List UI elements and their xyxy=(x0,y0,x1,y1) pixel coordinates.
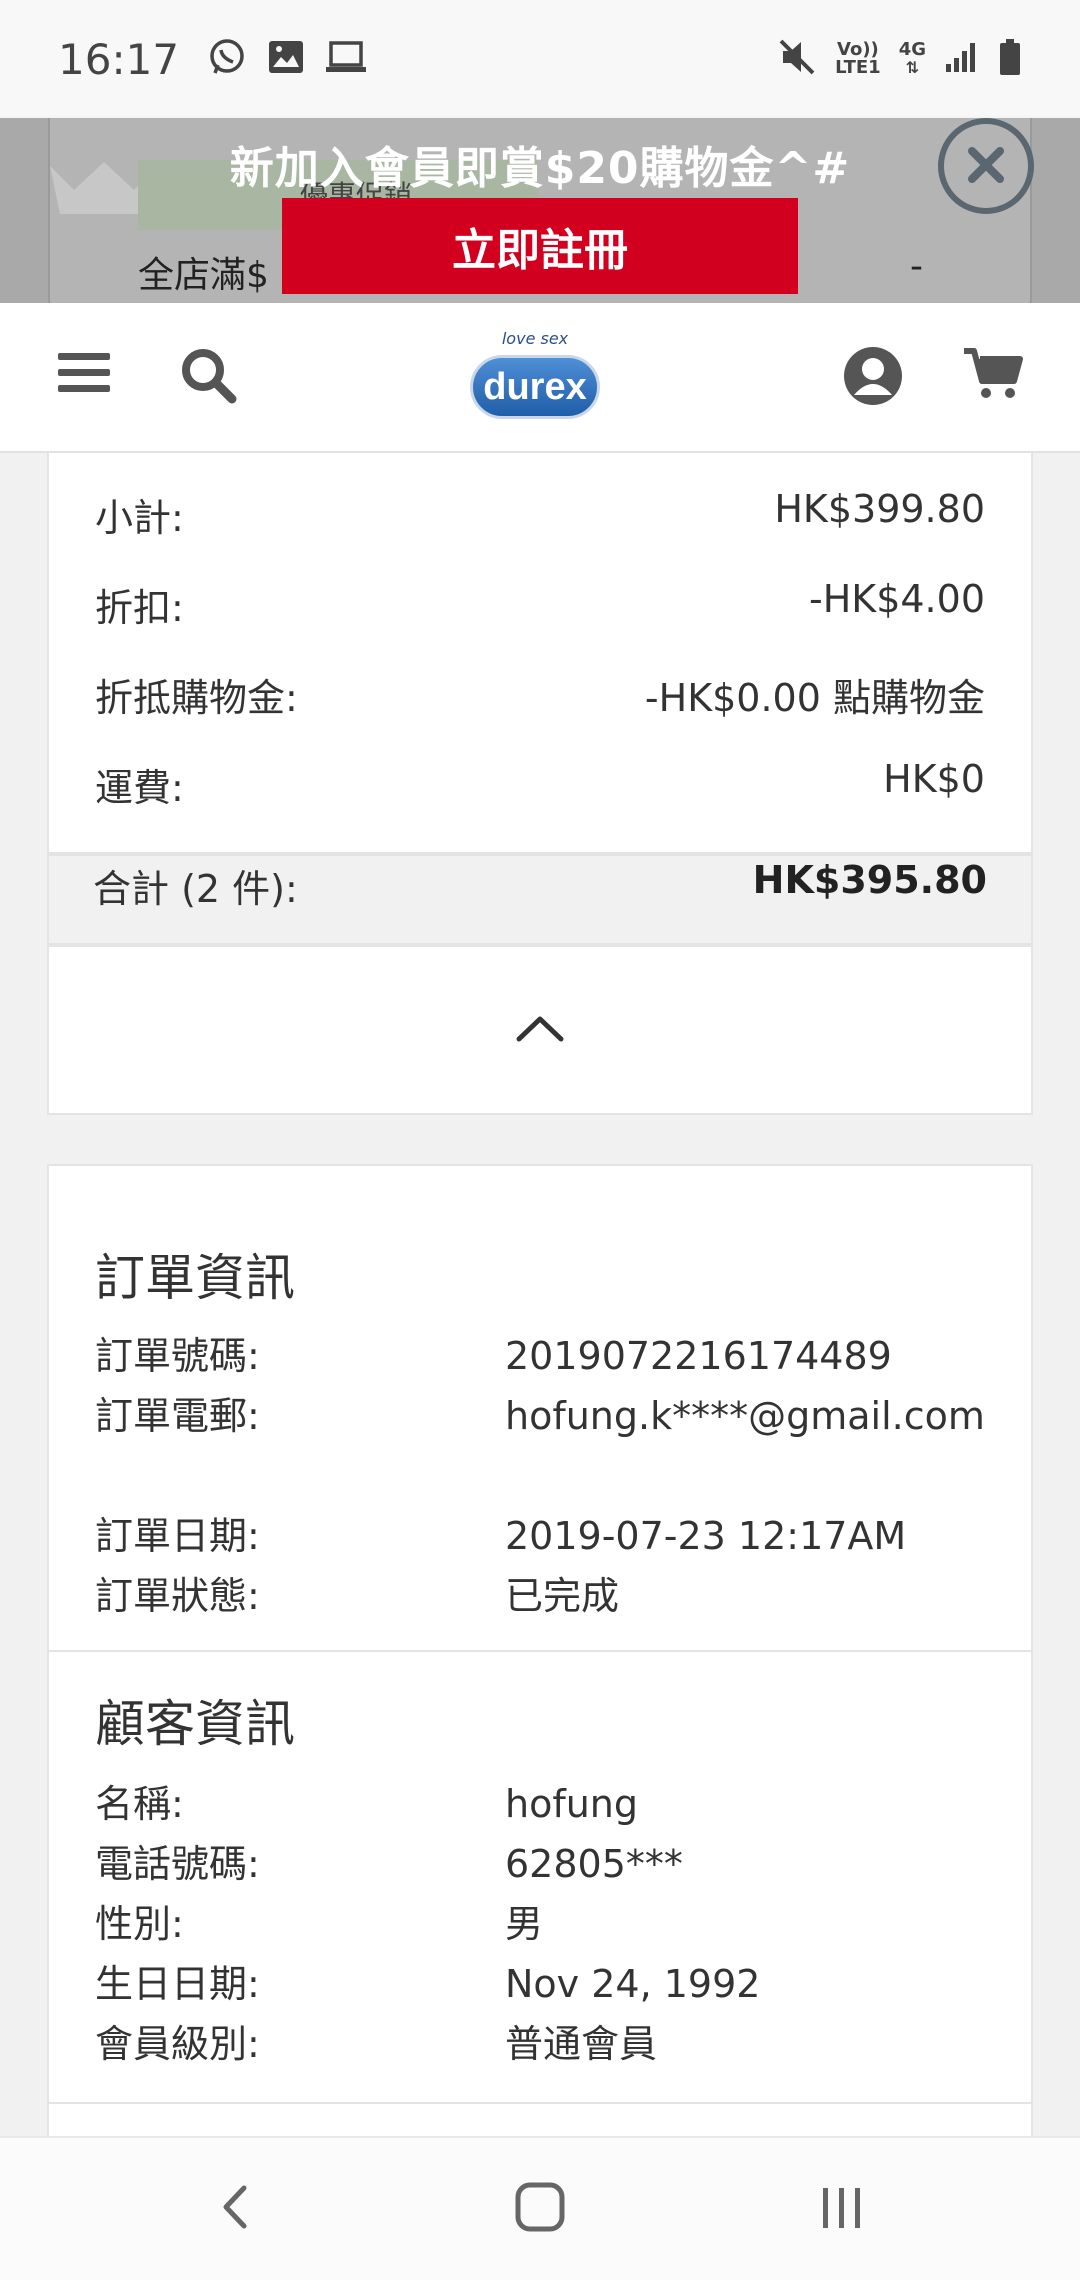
section-divider xyxy=(49,2102,1031,2104)
totals-value: HK$399.80 xyxy=(774,487,985,531)
totals-row-discount: 折扣: -HK$4.00 xyxy=(95,577,985,632)
cart-icon[interactable] xyxy=(962,345,1024,407)
totals-label: 小計: xyxy=(95,496,184,540)
search-icon[interactable] xyxy=(178,345,238,409)
durex-logo[interactable]: love sex durex xyxy=(468,325,602,435)
close-icon xyxy=(964,143,1008,190)
totals-label: 折扣: xyxy=(95,586,184,630)
battery-icon xyxy=(998,38,1022,80)
promo-banner: 優惠促銷 全店滿$ - 新加入會員即賞$20購物金^# 立即註冊 xyxy=(0,118,1080,303)
logo-badge: durex xyxy=(470,355,600,419)
recents-button[interactable] xyxy=(802,2174,882,2244)
row-value: 2019-07-23 12:17AM xyxy=(505,1514,907,1558)
promo-underlay-dash: - xyxy=(910,246,923,287)
totals-row-credit: 折抵購物金: -HK$0.00 點購物金 xyxy=(95,667,985,722)
logo-tagline: love sex xyxy=(501,329,569,348)
row-label: 生日日期: xyxy=(95,1962,260,2006)
mute-icon xyxy=(777,37,817,81)
row-value: 普通會員 xyxy=(505,2022,658,2066)
home-icon xyxy=(513,2180,567,2238)
row-label: 訂單狀態: xyxy=(95,1574,260,1618)
collapse-toggle[interactable] xyxy=(47,945,1033,1115)
row-value: Nov 24, 1992 xyxy=(505,1962,761,2006)
totals-value: -HK$0.00 點購物金 xyxy=(644,676,985,720)
image-icon xyxy=(267,39,305,79)
row-value: hofung.k****@gmail.com xyxy=(505,1394,985,1438)
back-button[interactable] xyxy=(196,2174,276,2244)
order-content: 小計: HK$399.80 折扣: -HK$4.00 折抵購物金: -HK$0.… xyxy=(0,453,1080,2136)
home-button[interactable] xyxy=(500,2174,580,2244)
totals-value: HK$0 xyxy=(883,757,985,801)
totals-value: -HK$4.00 xyxy=(809,577,985,621)
totals-row-shipping: 運費: HK$0 xyxy=(95,757,985,812)
back-icon xyxy=(216,2182,256,2236)
order-totals-card: 小計: HK$399.80 折扣: -HK$4.00 折抵購物金: -HK$0.… xyxy=(47,453,1033,854)
row-label: 電話號碼: xyxy=(95,1842,260,1886)
status-time: 16:17 xyxy=(58,34,180,84)
logo-brand: durex xyxy=(483,365,587,408)
close-promo-button[interactable] xyxy=(938,118,1034,214)
network-indicator: 4G ⇅ xyxy=(898,39,926,77)
status-bar: 16:17 Vo)) LTE1 4G ⇅ xyxy=(0,0,1080,118)
row-value: 2019072216174489 xyxy=(505,1334,892,1378)
totals-card-frame xyxy=(47,854,1033,945)
row-value: hofung xyxy=(505,1782,638,1826)
promo-underlay-text: 全店滿$ xyxy=(138,255,269,296)
laptop-icon xyxy=(325,40,367,78)
row-label: 名稱: xyxy=(95,1782,184,1826)
recents-icon xyxy=(817,2182,867,2236)
totals-label: 運費: xyxy=(95,766,184,810)
row-value: 男 xyxy=(505,1902,544,1946)
whatsapp-icon xyxy=(207,37,247,81)
volte-indicator: Vo)) LTE1 xyxy=(835,39,881,78)
info-card: 訂單資訊 訂單號碼: 2019072216174489 訂單電郵: hofung… xyxy=(47,1164,1033,2136)
row-label: 訂單電郵: xyxy=(95,1394,260,1438)
system-nav-bar xyxy=(0,2136,1080,2280)
row-value: 已完成 xyxy=(505,1574,620,1618)
menu-icon[interactable] xyxy=(56,345,112,405)
site-header: love sex durex xyxy=(0,303,1080,453)
chevron-up-icon xyxy=(515,1013,565,1047)
register-button[interactable]: 立即註冊 xyxy=(282,198,798,294)
row-label: 會員級別: xyxy=(95,2022,260,2066)
row-label: 訂單日期: xyxy=(95,1514,260,1558)
totals-label: 折抵購物金: xyxy=(95,676,298,720)
account-icon[interactable] xyxy=(842,345,904,411)
totals-row-subtotal: 小計: HK$399.80 xyxy=(95,487,985,542)
order-info-title: 訂單資訊 xyxy=(95,1249,295,1307)
signal-icon xyxy=(944,40,980,78)
customer-info-title: 顧客資訊 xyxy=(95,1695,295,1753)
promo-title: 新加入會員即賞$20購物金^# xyxy=(229,143,851,194)
section-divider xyxy=(49,1650,1031,1652)
row-label: 性別: xyxy=(95,1902,184,1946)
row-label: 訂單號碼: xyxy=(95,1334,260,1378)
row-value: 62805*** xyxy=(505,1842,683,1886)
